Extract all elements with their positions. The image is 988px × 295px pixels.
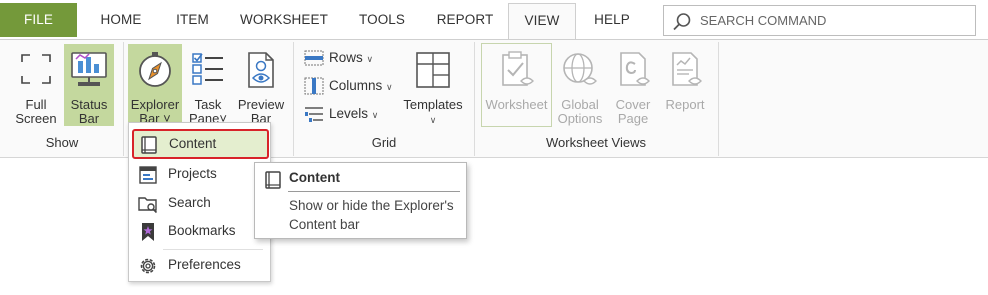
worksheet-view-label: Worksheet [485, 97, 548, 112]
tooltip-title: Content [289, 170, 340, 185]
levels-icon [305, 107, 323, 122]
explorer-bar-dropdown: Content Projects Search Bookmarks Prefer… [128, 122, 271, 282]
full-screen-icon [21, 54, 51, 84]
bookmark-icon [142, 223, 154, 241]
rows-label: Rows [329, 50, 363, 65]
cover-page-button[interactable]: Cover Page [609, 44, 657, 126]
status-bar-icon [71, 52, 107, 86]
search-command-input[interactable] [700, 6, 968, 35]
group-label-worksheet-views: Worksheet Views [546, 135, 646, 150]
menu-item-search[interactable]: Search [132, 189, 267, 217]
compass-icon [139, 52, 171, 87]
tab-home[interactable]: HOME [85, 3, 157, 37]
columns-label: Columns [329, 78, 383, 93]
group-divider [123, 42, 124, 156]
search-command-box[interactable] [663, 5, 976, 36]
levels-label: Levels [329, 106, 369, 121]
tab-file[interactable]: FILE [0, 3, 77, 37]
menu-item-label: Preferences [168, 257, 241, 272]
book-icon [141, 136, 157, 154]
menu-item-projects[interactable]: Projects [132, 160, 267, 188]
worksheet-check-icon [501, 51, 534, 86]
chevron-down-icon: ∨ [371, 110, 379, 120]
templates-label: Templates ∨ [400, 98, 466, 127]
group-label-show: Show [45, 135, 79, 150]
report-view-label: Report [665, 97, 705, 112]
menu-item-content[interactable]: Content [132, 129, 269, 159]
preview-bar-button[interactable]: Preview Bar [234, 44, 288, 126]
tab-view[interactable]: VIEW [508, 3, 576, 39]
book-icon [265, 171, 281, 189]
report-view-button[interactable]: Report [659, 44, 711, 126]
task-pane-button[interactable]: Task Pane˅ [185, 44, 231, 126]
preview-bar-icon [248, 52, 274, 88]
explorer-bar-button[interactable]: Explorer Bar ˅ [128, 44, 182, 126]
chevron-down-icon: ∨ [386, 82, 393, 92]
menu-item-label: Content [169, 136, 217, 151]
full-screen-label: Full Screen [15, 97, 57, 126]
levels-button[interactable]: Levels ∨ [304, 102, 392, 126]
globe-icon [563, 53, 597, 85]
status-bar-label: Status Bar [70, 97, 108, 126]
tab-tools[interactable]: TOOLS [344, 3, 420, 37]
rows-button[interactable]: Rows ∨ [304, 46, 384, 70]
tooltip-divider [288, 191, 460, 192]
templates-icon [416, 52, 450, 88]
menu-bar: FILE HOME ITEM WORKSHEET TOOLS REPORT VI… [0, 0, 988, 40]
task-pane-icon [192, 53, 223, 85]
projects-icon [139, 166, 157, 184]
tab-worksheet[interactable]: WORKSHEET [230, 3, 338, 37]
global-options-label: Global Options [557, 97, 603, 126]
worksheet-view-button[interactable]: Worksheet [481, 43, 552, 127]
status-bar-button[interactable]: Status Bar [64, 44, 114, 126]
group-divider [718, 42, 719, 156]
menu-item-preferences[interactable]: Preferences [132, 251, 267, 279]
menu-item-label: Projects [168, 166, 217, 181]
full-screen-button[interactable]: Full Screen [10, 44, 62, 126]
tab-item[interactable]: ITEM [160, 3, 225, 37]
content-tooltip: Content Show or hide the Explorer's Cont… [254, 162, 467, 239]
menu-item-label: Search [168, 195, 211, 210]
global-options-button[interactable]: Global Options [554, 44, 606, 126]
templates-label-text: Templates [403, 97, 463, 112]
group-label-grid: Grid [371, 135, 397, 150]
rows-icon [304, 50, 324, 66]
menu-separator [163, 249, 263, 250]
menu-item-label: Bookmarks [168, 223, 236, 238]
cover-page-icon [620, 52, 650, 86]
cover-page-label: Cover Page [615, 97, 651, 126]
report-icon [672, 52, 702, 86]
gear-icon [140, 258, 156, 274]
templates-button[interactable]: Templates ∨ [400, 44, 466, 126]
chevron-down-icon: ∨ [429, 115, 437, 125]
folder-search-icon [138, 197, 158, 214]
columns-icon [304, 77, 324, 95]
tab-help[interactable]: HELP [580, 3, 644, 37]
chevron-down-icon: ∨ [366, 54, 374, 64]
menu-item-bookmarks[interactable]: Bookmarks [132, 217, 267, 245]
search-icon [673, 13, 691, 31]
columns-button[interactable]: Columns ∨ [304, 74, 400, 98]
tooltip-description: Show or hide the Explorer's Content bar [289, 198, 454, 232]
tab-report[interactable]: REPORT [426, 3, 504, 37]
